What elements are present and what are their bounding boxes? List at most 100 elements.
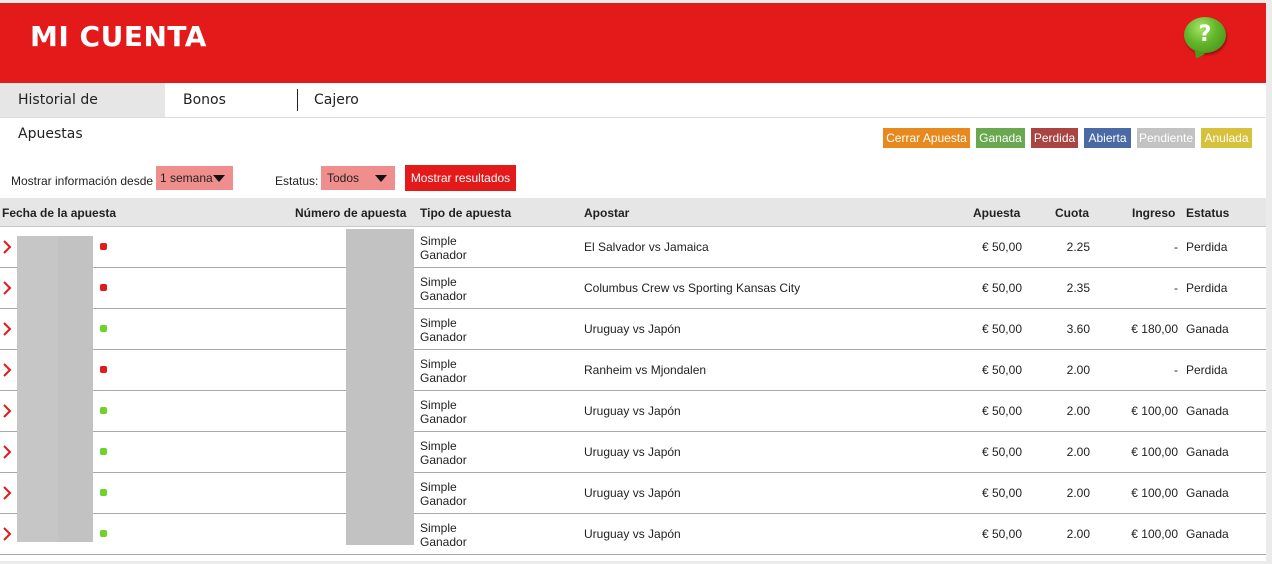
bet-odds: 2.00 <box>1066 527 1090 541</box>
bet-event: Uruguay vs Japón <box>584 486 681 500</box>
table-row[interactable]: Simple Ganador El Salvador vs Jamaica € 50,… <box>0 227 1266 268</box>
bet-type: Simple Ganador <box>420 439 467 467</box>
bet-odds: 2.00 <box>1066 445 1090 459</box>
table-row[interactable]: Simple Ganador Uruguay vs Japón € 50,00 2.00… <box>0 473 1266 514</box>
bet-type: Simple Ganador <box>420 521 467 549</box>
account-panel: MI CUENTA ? Historial de Apuestas Bonos … <box>0 3 1266 561</box>
column-header-income[interactable]: Ingreso <box>1132 198 1175 228</box>
tab-cajero[interactable]: Cajero <box>314 83 359 117</box>
bet-odds: 2.00 <box>1066 486 1090 500</box>
redacted-dates-inner <box>17 236 58 542</box>
status-dot <box>100 489 107 496</box>
legend-pendiente[interactable]: Pendiente <box>1137 128 1195 148</box>
bet-income: € 180,00 <box>1131 322 1178 336</box>
chevron-down-icon <box>213 175 225 182</box>
bet-event: Uruguay vs Japón <box>584 404 681 418</box>
tab-bar: Historial de Apuestas Bonos Cajero <box>0 83 1266 142</box>
chevron-right-icon[interactable] <box>2 280 12 296</box>
bet-status: Ganada <box>1186 527 1229 541</box>
date-range-value: 1 semana <box>160 171 213 185</box>
bet-stake: € 50,00 <box>981 363 1022 377</box>
bet-status: Ganada <box>1186 322 1229 336</box>
bet-type: Simple Ganador <box>420 398 467 426</box>
bet-odds: 2.35 <box>1066 281 1090 295</box>
bet-stake: € 50,00 <box>981 404 1022 418</box>
header-bar: MI CUENTA ? <box>0 3 1266 83</box>
column-header-date[interactable]: Fecha de la apuesta <box>2 198 116 228</box>
legend-perdida[interactable]: Perdida <box>1031 128 1078 148</box>
bet-stake: € 50,00 <box>981 486 1022 500</box>
bet-stake: € 50,00 <box>981 322 1022 336</box>
bet-odds: 2.00 <box>1066 363 1090 377</box>
bet-status: Ganada <box>1186 445 1229 459</box>
table-row[interactable]: Simple Ganador Uruguay vs Japón € 50,00 2.00… <box>0 432 1266 473</box>
bet-odds: 2.25 <box>1066 240 1090 254</box>
bet-income: - <box>1174 281 1178 295</box>
bet-event: Uruguay vs Japón <box>584 445 681 459</box>
chevron-right-icon[interactable] <box>2 526 12 542</box>
status-dot <box>100 325 107 332</box>
chevron-right-icon[interactable] <box>2 239 12 255</box>
chevron-right-icon[interactable] <box>2 444 12 460</box>
column-header-status[interactable]: Estatus <box>1186 198 1229 228</box>
bet-stake: € 50,00 <box>981 240 1022 254</box>
bet-event: El Salvador vs Jamaica <box>584 240 709 254</box>
bet-odds: 3.60 <box>1066 322 1090 336</box>
bets-table-body: Simple Ganador El Salvador vs Jamaica € 50,… <box>0 227 1266 555</box>
bet-odds: 2.00 <box>1066 404 1090 418</box>
chevron-right-icon[interactable] <box>2 485 12 501</box>
legend-abierta[interactable]: Abierta <box>1084 128 1131 148</box>
status-dot <box>100 407 107 414</box>
column-header-bet[interactable]: Apostar <box>584 198 629 228</box>
bet-type: Simple Ganador <box>420 316 467 344</box>
show-results-button[interactable]: Mostrar resultados <box>405 165 516 191</box>
bet-type: Simple Ganador <box>420 275 467 303</box>
chevron-right-icon[interactable] <box>2 321 12 337</box>
chevron-right-icon[interactable] <box>2 362 12 378</box>
chevron-down-icon <box>375 175 387 182</box>
column-header-number[interactable]: Número de apuesta <box>295 198 406 228</box>
table-row[interactable]: Simple Ganador Uruguay vs Japón € 50,00 2.00… <box>0 391 1266 432</box>
bet-status: Ganada <box>1186 486 1229 500</box>
status-dot <box>100 243 107 250</box>
status-dot <box>100 366 107 373</box>
chevron-right-icon[interactable] <box>2 403 12 419</box>
bet-stake: € 50,00 <box>981 281 1022 295</box>
bet-income: € 100,00 <box>1131 527 1178 541</box>
status-select-value: Todos <box>327 171 360 185</box>
help-icon[interactable]: ? <box>1184 17 1226 53</box>
status-dot <box>100 284 107 291</box>
legend-anulada[interactable]: Anulada <box>1201 128 1252 148</box>
redacted-bet-numbers <box>346 229 414 545</box>
table-row[interactable]: Simple Ganador Uruguay vs Japón € 50,00 3.60… <box>0 309 1266 350</box>
legend-cerrar-apuesta[interactable]: Cerrar Apuesta <box>883 128 970 148</box>
bet-income: € 100,00 <box>1131 486 1178 500</box>
bet-income: - <box>1174 240 1178 254</box>
bet-income: - <box>1174 363 1178 377</box>
column-header-type[interactable]: Tipo de apuesta <box>420 198 511 228</box>
bet-status: Ganada <box>1186 404 1229 418</box>
column-header-stake[interactable]: Apuesta <box>973 198 1020 228</box>
tab-bonos[interactable]: Bonos <box>183 83 226 117</box>
table-row[interactable]: Simple Ganador Ranheim vs Mjondalen € 50,00… <box>0 350 1266 391</box>
table-row[interactable]: Simple Ganador Columbus Crew vs Sporting K… <box>0 268 1266 309</box>
status-filter-label: Estatus: <box>275 174 319 188</box>
bet-type: Simple Ganador <box>420 357 467 385</box>
tab-historial-apuestas[interactable]: Historial de Apuestas <box>0 83 165 142</box>
status-dot <box>100 448 107 455</box>
bet-income: € 100,00 <box>1131 404 1178 418</box>
table-header: Fecha de la apuesta Número de apuesta Ti… <box>0 198 1266 227</box>
status-select[interactable]: Todos <box>321 166 395 190</box>
date-filter-label: Mostrar información desde <box>11 174 154 188</box>
column-header-odds[interactable]: Cuota <box>1055 198 1089 228</box>
table-row[interactable]: Simple Ganador Uruguay vs Japón € 50,00 2.00… <box>0 514 1266 555</box>
date-range-select[interactable]: 1 semana <box>156 166 233 190</box>
bet-income: € 100,00 <box>1131 445 1178 459</box>
page-title: MI CUENTA <box>30 20 207 53</box>
bet-type: Simple Ganador <box>420 480 467 508</box>
tab-divider <box>297 89 298 111</box>
legend-ganada[interactable]: Ganada <box>976 128 1025 148</box>
bet-event: Uruguay vs Japón <box>584 527 681 541</box>
bet-type: Simple Ganador <box>420 234 467 262</box>
bet-stake: € 50,00 <box>981 527 1022 541</box>
